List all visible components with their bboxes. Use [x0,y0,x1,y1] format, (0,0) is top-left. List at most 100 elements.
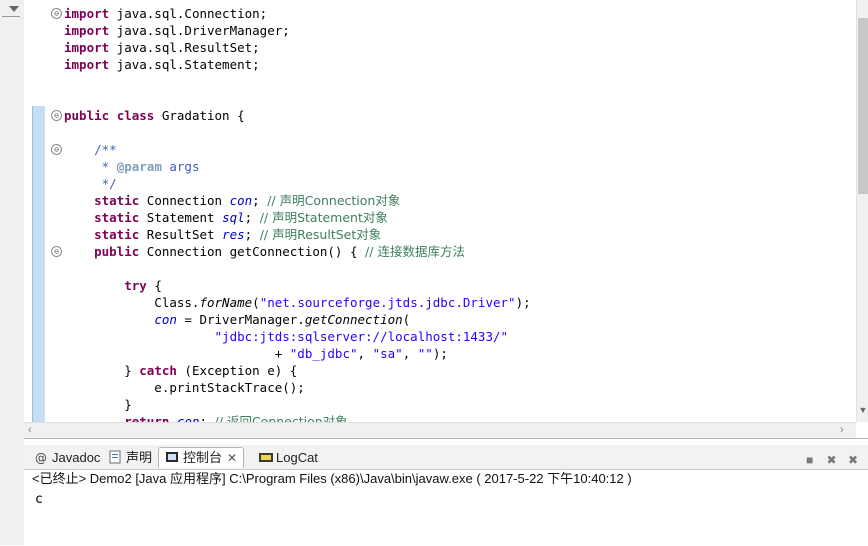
panel-tab-bar: @ Javadoc 声明 控制台 ✕ LogCat ■ ✖ ✖ [24,445,868,470]
chevron-down-icon[interactable] [9,6,19,12]
code-line[interactable]: "jdbc:jtds:sqlserver://localhost:1433/" [64,328,854,345]
code-line[interactable]: import java.sql.ResultSet; [64,39,854,56]
code-line[interactable] [64,260,854,277]
tab-declaration[interactable]: 声明 [108,448,152,468]
tab-label: Javadoc [52,450,101,465]
scroll-left-arrow-icon[interactable]: ‹ [28,424,32,436]
horizontal-scrollbar[interactable]: ‹ › [24,422,856,439]
code-line[interactable] [64,124,854,141]
code-line[interactable] [64,90,854,107]
code-line[interactable]: import java.sql.Statement; [64,56,854,73]
code-token: java.sql.ResultSet; [109,40,260,55]
vertical-scrollbar[interactable]: ▼ [856,0,868,422]
scroll-down-arrow-icon[interactable]: ▼ [858,404,868,416]
code-token: getConnection [304,312,403,327]
code-line[interactable]: con = DriverManager.getConnection( [64,311,854,328]
code-token: public [94,244,140,259]
remove-all-icon[interactable]: ✖ [848,453,858,467]
code-line[interactable]: static Connection con; // 声明Connection对象 [64,192,854,209]
code-token: static [94,210,140,225]
code-token: con [176,414,200,422]
terminate-icon[interactable]: ■ [806,453,813,467]
tab-console[interactable]: 控制台 ✕ [158,447,245,468]
code-token: + [64,346,290,361]
code-token: "jdbc:jtds:sqlserver://localhost:1433/" [214,329,509,344]
tab-label: LogCat [276,450,318,465]
code-token: ); [515,295,531,310]
code-line[interactable]: } catch (Exception e) { [64,362,854,379]
close-icon[interactable]: ✕ [227,451,237,465]
code-token: sql [222,210,245,225]
code-token: import [64,23,110,38]
code-line[interactable]: public class Gradation { [64,107,854,124]
fold-toggle-icon[interactable]: ⊖ [51,110,62,121]
code-token: ResultSet [139,227,223,242]
code-line[interactable]: import java.sql.Connection; [64,5,854,22]
code-line[interactable]: + "db_jdbc", "sa", ""); [64,345,854,362]
code-token: args [161,159,200,174]
code-line[interactable]: static Statement sql; // 声明Statement对象 [64,209,854,226]
code-line[interactable]: import java.sql.DriverManager; [64,22,854,39]
code-token: // 返回Connection对象 [214,414,348,422]
tab-javadoc[interactable]: @ Javadoc [34,448,100,468]
code-token: Gradation { [154,108,245,123]
code-line[interactable]: e.printStackTrace(); [64,379,854,396]
declaration-icon [108,450,122,464]
javadoc-icon: @ [34,450,48,465]
code-token: import [64,57,110,72]
code-line[interactable]: public Connection getConnection() { // 连… [64,243,854,260]
remove-launch-icon[interactable]: ✖ [827,453,837,467]
logcat-icon [258,450,273,464]
code-token: "net.sourceforge.jtds.jdbc.Driver" [259,295,516,310]
code-line[interactable]: Class.forName("net.sourceforge.jtds.jdbc… [64,294,854,311]
code-line[interactable]: /** [64,141,854,158]
code-line[interactable]: */ [64,175,854,192]
scroll-right-arrow-icon[interactable]: › [840,424,844,436]
code-token: ( [402,312,411,327]
code-token: "db_jdbc" [289,346,358,361]
code-token: Connection [139,193,230,208]
code-token: ( [252,295,260,310]
code-token: Connection getConnection() { [139,244,366,259]
code-token: { [146,278,162,293]
divider [2,16,20,17]
fold-toggle-icon[interactable]: ⊖ [51,8,62,19]
code-token: Class. [64,295,200,310]
code-token: ); [432,346,448,361]
code-token: } [64,397,132,412]
code-line[interactable]: * @param args [64,158,854,175]
code-token: /** [94,142,117,157]
code-token: catch [139,363,177,378]
code-token: public [64,108,110,123]
code-token: ; [244,227,260,242]
code-line[interactable]: static ResultSet res; // 声明ResultSet对象 [64,226,854,243]
code-line[interactable]: try { [64,277,854,294]
code-text[interactable]: import java.sql.Connection; import java.s… [64,5,854,422]
tab-logcat[interactable]: LogCat [258,448,318,468]
fold-toggle-icon[interactable]: ⊖ [51,144,62,155]
code-line[interactable]: return con; // 返回Connection对象 [64,413,854,422]
code-token: * [101,159,117,174]
tab-label: 声明 [126,450,153,465]
code-token: import [64,40,110,55]
console-output[interactable]: c [35,492,43,508]
svg-text:@: @ [35,451,47,464]
code-token: java.sql.Statement; [109,57,260,72]
code-line[interactable] [64,73,854,90]
code-token: con [154,312,177,327]
code-token: @param [116,159,162,174]
code-token: static [94,193,140,208]
scrollbar-thumb[interactable] [858,18,868,194]
code-editor[interactable]: ⊖ ⊖ ⊖ ⊖ import java.sql.Connection; impor… [24,0,868,439]
fold-toggle-icon[interactable]: ⊖ [51,246,62,257]
code-token: (Exception e) { [176,363,298,378]
code-token: con [229,193,253,208]
code-line[interactable]: } [64,396,854,413]
